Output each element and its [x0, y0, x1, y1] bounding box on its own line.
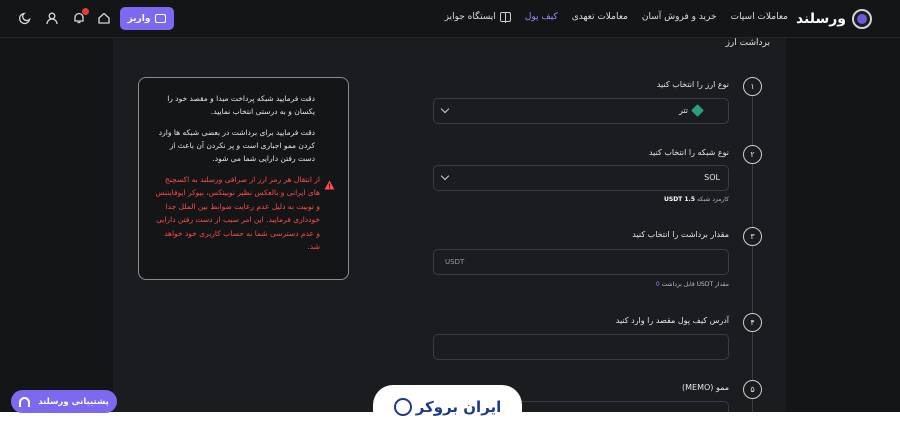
logo-text: ورسلند [795, 11, 846, 27]
logo-icon [852, 9, 872, 29]
amount-input[interactable]: USDT [433, 249, 729, 275]
step-4-marker: ۴ [743, 313, 762, 332]
nav-margin-trading[interactable]: معاملات تعهدی [572, 12, 628, 22]
tether-icon [691, 104, 704, 117]
wallet-address-label: آدرس کیف پول مقصد را وارد کنید [615, 316, 729, 325]
watermark-text: ایران بروکر [415, 397, 502, 416]
nav-wallet[interactable]: کیف پول [525, 12, 558, 22]
warning-text: از انتقال هر رمز ارز از صرافی ورسلند به … [155, 175, 321, 252]
nav-rewards-station[interactable]: ایستگاه جوایز [444, 12, 511, 23]
nav-easy-buy-sell[interactable]: خرید و فروش آسان [642, 12, 717, 22]
network-fee-value: 1.5 USDT [664, 196, 696, 203]
watermark: ایران بروکر [373, 385, 522, 428]
currency-value: تتر [678, 106, 688, 115]
amount-placeholder: USDT [445, 258, 465, 266]
nav-rewards-label: ایستگاه جوایز [444, 12, 496, 22]
page-title: برداشت ارز [725, 38, 770, 48]
amount-label: مقدار برداشت را انتخاب کنید [632, 230, 729, 239]
home-icon[interactable] [97, 11, 111, 25]
withdraw-info-box: دقت فرمایید شبکه پرداخت مبدا و مقصد خود … [138, 77, 349, 280]
support-button[interactable]: پشتیبانی ورسلند [11, 390, 117, 413]
main-nav: معاملات اسپات خرید و فروش آسان معاملات ت… [444, 12, 788, 23]
watermark-logo-icon [393, 397, 412, 416]
support-label: پشتیبانی ورسلند [38, 396, 109, 407]
currency-select[interactable]: تتر [433, 98, 729, 124]
network-label: نوع شبکه را انتخاب کنید [648, 148, 729, 157]
available-amount-label: مقدار USDT قابل برداشت [661, 281, 729, 288]
step-1-marker: ۱ [743, 77, 762, 96]
chevron-down-icon [440, 171, 450, 181]
info-paragraph-1: دقت فرمایید شبکه پرداخت مبدا و مقصد خود … [167, 94, 315, 116]
deposit-label: واریز [127, 13, 151, 24]
gift-icon [499, 12, 511, 23]
wallet-icon [155, 14, 167, 23]
step-5-marker: ۵ [743, 380, 762, 399]
moon-icon[interactable] [18, 11, 32, 25]
available-amount-value: 0 [655, 281, 660, 288]
user-icon[interactable] [45, 11, 59, 25]
top-navbar: ورسلند معاملات اسپات خرید و فروش آسان مع… [0, 0, 900, 38]
memo-label: ممو (MEMO) [682, 383, 729, 392]
headset-icon [19, 396, 31, 407]
step-2-marker: ۲ [743, 145, 762, 164]
chevron-down-icon [440, 104, 450, 114]
network-fee-label: کارمزد شبکه [696, 196, 729, 203]
warning-row: از انتقال هر رمز ارز از صرافی ورسلند به … [151, 173, 335, 253]
network-value: SOL [704, 173, 720, 182]
network-select[interactable]: SOL [433, 165, 729, 191]
step-3-marker: ۳ [743, 227, 762, 246]
currency-label: نوع ارز را انتخاب کنید [656, 80, 729, 89]
logo[interactable]: ورسلند [796, 9, 872, 29]
info-paragraph-2: دقت فرمایید برای برداشت در بعضی شبکه ها … [158, 128, 315, 163]
network-fee-note: کارمزد شبکه 1.5 USDT [664, 196, 729, 203]
available-amount-note: مقدار USDT قابل برداشت 0 [656, 281, 729, 288]
deposit-button[interactable]: واریز [120, 7, 174, 30]
nav-spot-trading[interactable]: معاملات اسپات [731, 12, 788, 22]
notification-badge [82, 8, 89, 15]
warning-icon [324, 175, 335, 190]
bell-icon[interactable] [72, 8, 89, 25]
wallet-address-input[interactable] [433, 334, 729, 360]
